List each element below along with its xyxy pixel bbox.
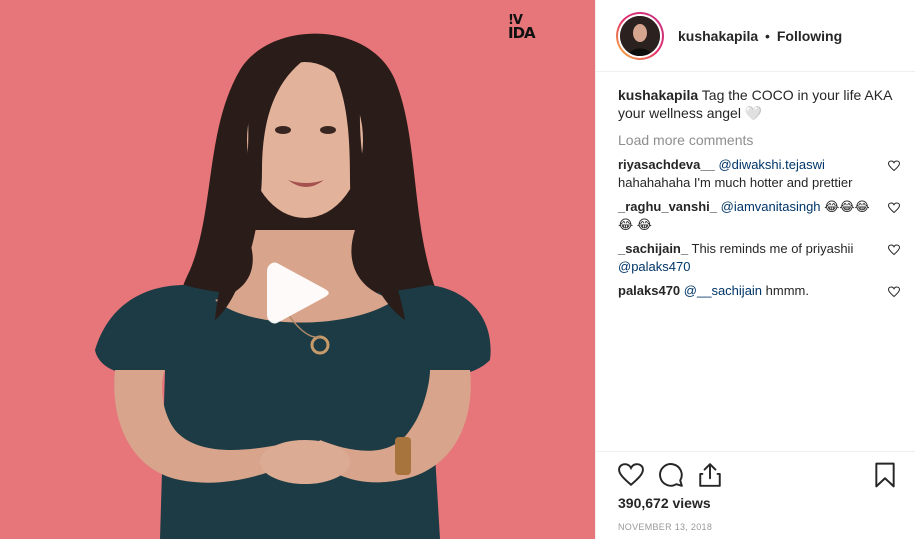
comment-item: _raghu_vanshi_ @iamvanitasingh 😂😂😂😂 😂 (618, 198, 908, 234)
comment-mention[interactable]: @palaks470 (618, 259, 690, 274)
play-icon[interactable] (263, 257, 333, 329)
post-caption: kushakapila Tag the COCO in your life AK… (618, 86, 908, 122)
like-comment-heart-icon[interactable] (888, 244, 900, 256)
comment-username[interactable]: _sachijain_ (618, 241, 688, 256)
share-icon[interactable] (697, 462, 723, 488)
comment-item: riyasachdeva__ @diwakshi.tejaswi hahahah… (618, 156, 908, 192)
like-comment-heart-icon[interactable] (888, 160, 900, 172)
video-player[interactable]: !V IDA (0, 0, 595, 539)
comment-mention[interactable]: @__sachijain (684, 283, 762, 298)
post-header: kushakapila • Following (596, 0, 915, 72)
brand-logo: !V IDA (508, 14, 536, 42)
avatar-image (620, 15, 660, 56)
heart-icon[interactable] (618, 462, 644, 488)
comments-section: kushakapila Tag the COCO in your life AK… (618, 86, 908, 300)
view-count[interactable]: 390,672 views (618, 495, 711, 511)
post-actions: 390,672 views NOVEMBER 13, 2018 (596, 451, 915, 539)
following-button[interactable]: Following (777, 28, 842, 44)
post-sidebar: kushakapila • Following kushakapila Tag … (595, 0, 915, 539)
comment-icon[interactable] (658, 462, 684, 488)
post-date[interactable]: NOVEMBER 13, 2018 (618, 522, 712, 532)
comment-item: palaks470 @__sachijain hmmm. (618, 282, 908, 300)
instagram-post: !V IDA kushakapila • Following kushakapi… (0, 0, 915, 539)
header-separator: • (765, 27, 770, 44)
caption-username[interactable]: kushakapila (618, 87, 698, 103)
comment-item: _sachijain_ This reminds me of priyashii… (618, 240, 908, 276)
avatar[interactable] (616, 11, 664, 60)
load-more-comments-button[interactable]: Load more comments (618, 132, 908, 148)
comment-text: This reminds me of priyashii (691, 241, 854, 256)
comment-mention[interactable]: @diwakshi.tejaswi (718, 157, 824, 172)
comment-text: hahahahaha I'm much hotter and prettier (618, 175, 853, 190)
bookmark-icon[interactable] (872, 462, 898, 488)
header-username[interactable]: kushakapila (678, 28, 758, 44)
comment-text: hmmm. (765, 283, 810, 298)
comment-mention[interactable]: @iamvanitasingh (721, 199, 821, 214)
like-comment-heart-icon[interactable] (888, 286, 900, 298)
comment-username[interactable]: _raghu_vanshi_ (618, 199, 717, 214)
comment-username[interactable]: palaks470 (618, 283, 680, 298)
brand-logo-bottom: IDA (508, 24, 536, 42)
comment-username[interactable]: riyasachdeva__ (618, 157, 715, 172)
like-comment-heart-icon[interactable] (888, 202, 900, 214)
